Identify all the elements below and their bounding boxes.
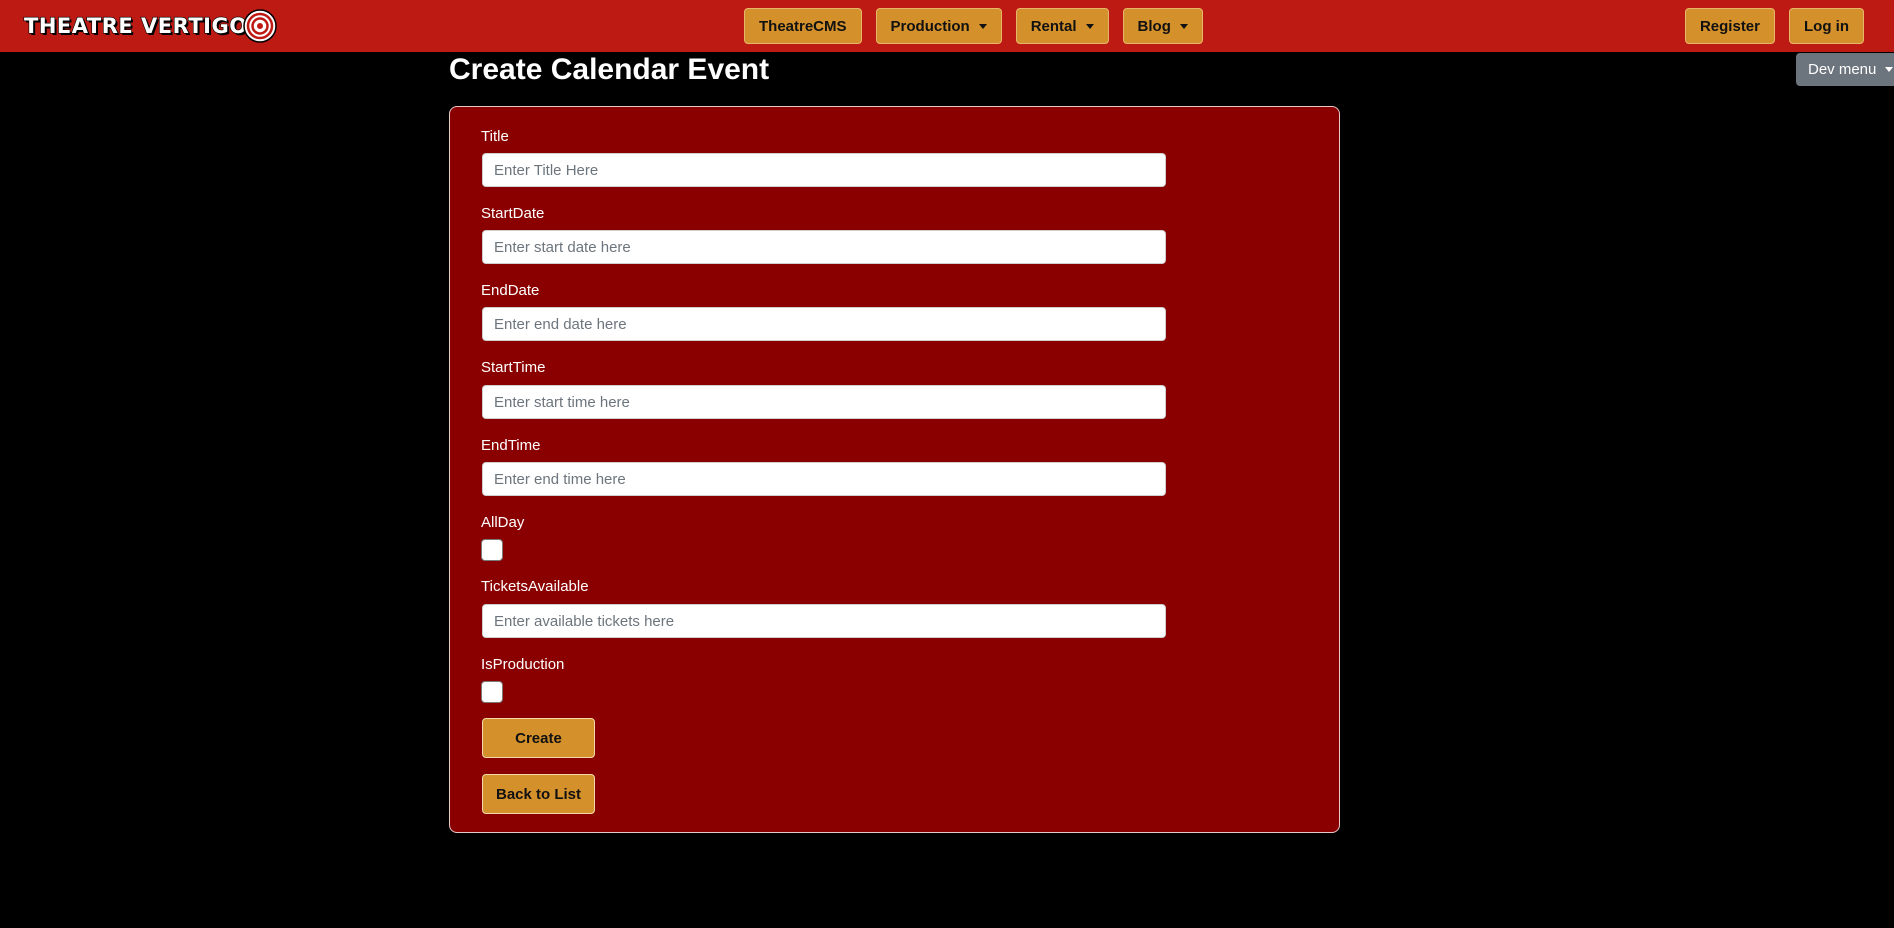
start-time-label: StartTime bbox=[481, 359, 546, 376]
all-day-checkbox[interactable] bbox=[481, 539, 503, 561]
back-to-list-label: Back to List bbox=[495, 785, 582, 803]
top-navbar: THEATRE VERTIGO TheatreCMS Production Re… bbox=[0, 0, 1894, 52]
account-nav: Register Log in bbox=[1684, 8, 1864, 44]
start-date-input[interactable] bbox=[482, 230, 1166, 264]
is-production-label: IsProduction bbox=[481, 656, 565, 673]
end-date-label: EndDate bbox=[481, 282, 540, 299]
nav-theatrecms-label: TheatreCMS bbox=[759, 17, 847, 35]
all-day-label: AllDay bbox=[481, 514, 525, 531]
nav-blog-label: Blog bbox=[1137, 17, 1171, 35]
title-input[interactable] bbox=[482, 153, 1166, 187]
nav-rental-dropdown[interactable]: Rental bbox=[1015, 8, 1109, 44]
login-button[interactable]: Log in bbox=[1789, 8, 1864, 44]
brand-link[interactable]: THEATRE VERTIGO bbox=[23, 9, 278, 43]
caret-down-icon bbox=[1179, 23, 1188, 29]
end-date-input[interactable] bbox=[482, 307, 1166, 341]
tickets-available-label: TicketsAvailable bbox=[481, 578, 589, 595]
dev-menu-label: Dev menu bbox=[1808, 61, 1877, 78]
is-production-checkbox[interactable] bbox=[481, 681, 503, 703]
end-time-input[interactable] bbox=[482, 462, 1166, 496]
caret-down-icon bbox=[1885, 67, 1894, 72]
back-to-list-button[interactable]: Back to List bbox=[482, 774, 595, 814]
main-nav: TheatreCMS Production Rental Blog bbox=[744, 8, 1203, 44]
spiral-logo-icon bbox=[242, 9, 277, 43]
nav-production-label: Production bbox=[890, 17, 970, 35]
tickets-available-input[interactable] bbox=[482, 604, 1166, 638]
register-button[interactable]: Register bbox=[1684, 8, 1775, 44]
nav-blog-dropdown[interactable]: Blog bbox=[1122, 8, 1203, 44]
nav-production-dropdown[interactable]: Production bbox=[875, 8, 1002, 44]
nav-theatrecms-button[interactable]: TheatreCMS bbox=[744, 8, 862, 44]
register-label: Register bbox=[1699, 17, 1760, 35]
end-time-label: EndTime bbox=[481, 437, 541, 454]
title-label: Title bbox=[481, 128, 509, 145]
create-button-label: Create bbox=[515, 729, 562, 747]
login-label: Log in bbox=[1804, 17, 1849, 35]
create-event-form: Title StartDate EndDate StartTime EndTim… bbox=[449, 106, 1340, 833]
start-date-label: StartDate bbox=[481, 205, 545, 222]
start-time-input[interactable] bbox=[482, 385, 1166, 419]
page-title: Create Calendar Event bbox=[449, 53, 770, 86]
caret-down-icon bbox=[1085, 23, 1094, 29]
caret-down-icon bbox=[978, 23, 987, 29]
brand-name: THEATRE VERTIGO bbox=[23, 13, 248, 38]
dev-menu-dropdown[interactable]: Dev menu bbox=[1796, 53, 1894, 86]
nav-rental-label: Rental bbox=[1030, 17, 1077, 35]
create-button[interactable]: Create bbox=[482, 718, 595, 758]
